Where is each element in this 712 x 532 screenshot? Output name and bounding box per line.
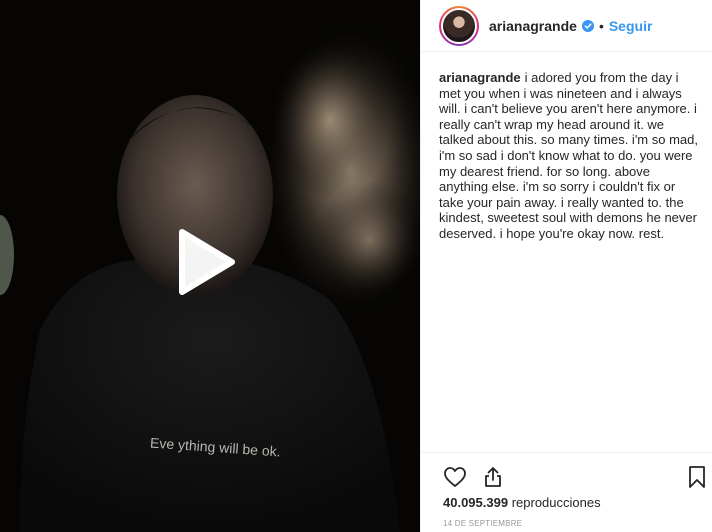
post-sidebar: arianagrande • Seguir arianagrande i ador… (420, 0, 712, 532)
follow-button[interactable]: Seguir (609, 18, 653, 34)
post-date[interactable]: 14 DE SEPTIEMBRE (443, 519, 522, 528)
view-count[interactable]: 40.095.399 reproducciones (443, 495, 601, 510)
post-actions: 40.095.399 reproducciones 14 DE SEPTIEMB… (421, 452, 712, 532)
share-icon[interactable] (481, 465, 505, 489)
avatar[interactable] (439, 5, 479, 46)
caption-username[interactable]: arianagrande (439, 70, 521, 85)
play-button[interactable] (168, 226, 240, 298)
view-count-label: reproducciones (511, 495, 601, 510)
post-header: arianagrande • Seguir (421, 0, 712, 52)
action-icons-row (437, 453, 705, 499)
separator-dot: • (598, 17, 604, 34)
bookmark-icon[interactable] (685, 465, 709, 489)
play-icon (179, 229, 235, 295)
author-username[interactable]: arianagrande (489, 18, 577, 34)
heart-icon[interactable] (443, 465, 467, 489)
view-count-number: 40.095.399 (443, 495, 509, 510)
post-caption: arianagrande i adored you from the day i … (439, 70, 701, 242)
caption-text: i adored you from the day i met you when… (439, 70, 698, 241)
verified-badge-icon (581, 19, 594, 32)
video-player[interactable]: Eve ything will be ok. (0, 0, 420, 532)
avatar-image (441, 7, 477, 44)
post-container: Eve ything will be ok. arianagrande • Se… (0, 0, 712, 532)
